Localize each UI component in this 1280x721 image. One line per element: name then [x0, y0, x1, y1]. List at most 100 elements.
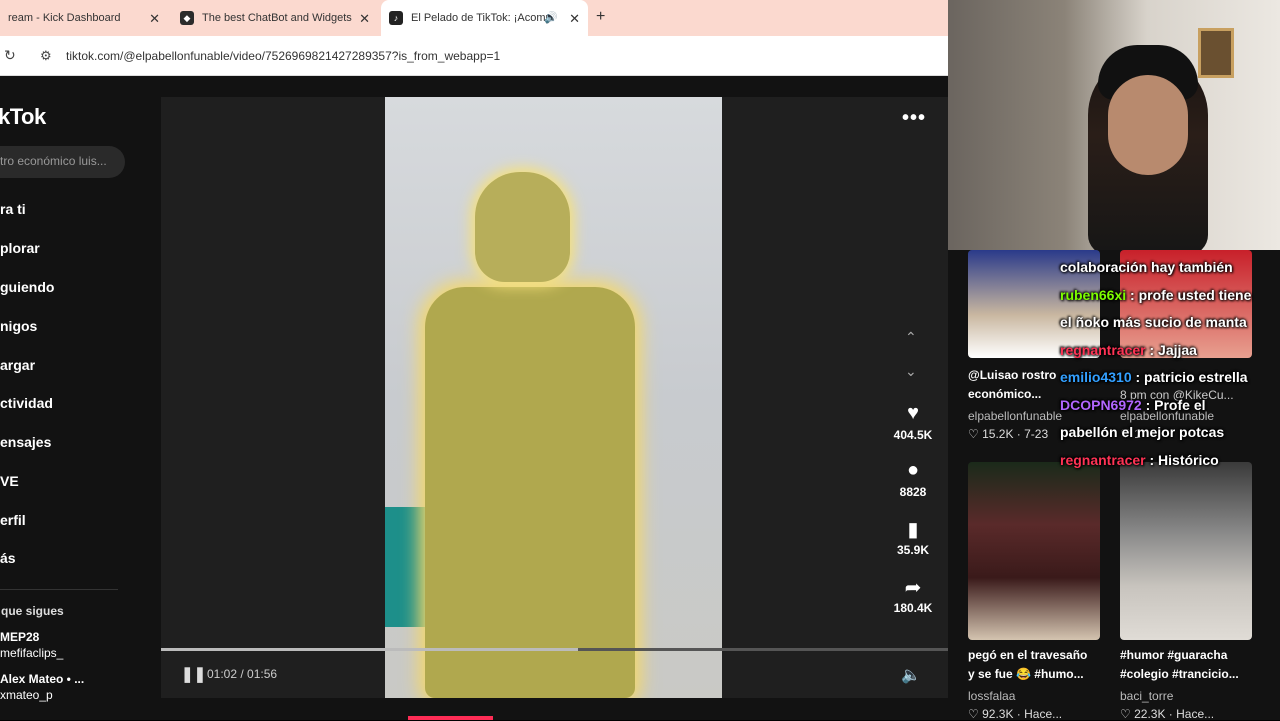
bookmark-count: 35.9K [896, 543, 930, 557]
share-count: 180.4K [893, 601, 933, 615]
search-input[interactable]: tro económico luis... [0, 146, 125, 178]
tab-bar: ream - Kick Dashboard ✕ ◆ The best ChatB… [0, 0, 948, 36]
chat-message: regnantracer : Jajjaa [1060, 337, 1280, 365]
account-handle: mefifaclips_ [0, 646, 64, 660]
like-count: 404.5K [893, 428, 933, 442]
following-accounts-title: que sigues [1, 604, 64, 618]
tab-label: El Pelado de TikTok: ¡Acomp [411, 12, 552, 24]
video-frame[interactable] [385, 97, 722, 698]
follow-button[interactable] [408, 716, 493, 720]
nav-friends[interactable]: nigos [0, 318, 37, 334]
tab-tiktok-video[interactable]: ♪ El Pelado de TikTok: ¡Acomp 🔊 ✕ [381, 0, 588, 36]
bookmark-button[interactable]: ▮ 35.9K [885, 517, 941, 559]
nav-more[interactable]: ás [0, 550, 16, 566]
chatbot-favicon-icon: ◆ [180, 11, 194, 25]
chevron-down-icon[interactable]: ⌄ [905, 363, 917, 380]
webcam-feed [948, 0, 1280, 250]
video-thumbnail[interactable] [968, 462, 1100, 640]
nav-live[interactable]: VE [0, 473, 19, 489]
video-progress-fill [161, 648, 579, 651]
close-icon[interactable]: ✕ [569, 11, 580, 27]
video-likes: ♡ 22.3K · Hace... [1120, 707, 1215, 721]
chevron-up-icon[interactable]: ⌃ [905, 329, 917, 346]
video-author[interactable]: baci_torre [1120, 689, 1173, 703]
url-field[interactable]: tiktok.com/@elpabellonfunable/video/7526… [66, 49, 500, 63]
following-account[interactable]: Alex Mateo • ... xmateo_p [0, 671, 84, 703]
comment-icon: ● [906, 459, 920, 481]
stream-overlay: @Luisao rostro económico... elpabellonfu… [948, 0, 1280, 721]
wall-picture [1198, 28, 1234, 78]
caption-line: económico... [968, 387, 1042, 401]
video-thumbnail[interactable] [1120, 462, 1252, 640]
chat-message: pabellón el mejor potcas [1060, 419, 1280, 447]
address-bar: ↻ ⚙ tiktok.com/@elpabellonfunable/video/… [0, 36, 948, 76]
video-author[interactable]: elpabellonfunable [968, 409, 1062, 423]
audio-playing-icon[interactable]: 🔊 [544, 11, 558, 24]
tiktok-favicon-icon: ♪ [389, 11, 403, 25]
chat-message: regnantracer : Histórico [1060, 447, 1280, 475]
caption-line: #humor #guaracha [1120, 648, 1228, 662]
nav-for-you[interactable]: ra ti [0, 201, 26, 217]
share-icon: ➦ [904, 577, 922, 599]
comment-button[interactable]: ● 8828 [885, 459, 941, 501]
video-author[interactable]: lossfalaa [968, 689, 1015, 703]
tab-chatbot-widgets[interactable]: ◆ The best ChatBot and Widgets ✕ [172, 0, 378, 36]
video-caption[interactable]: @Luisao rostro económico... [968, 366, 1056, 404]
video-player[interactable]: ••• ⌃ ⌄ ♥ 404.5K ● 8828 ▮ 35.9K ➦ 180.4K [161, 97, 948, 698]
heart-icon: ♥ [907, 402, 919, 424]
video-likes: ♡ 15.2K · 7-23 [968, 427, 1049, 441]
pause-icon[interactable]: ❚❚ [181, 665, 206, 683]
reload-icon[interactable]: ↻ [4, 47, 16, 64]
close-icon[interactable]: ✕ [359, 11, 370, 27]
chat-message: ruben66xi : profe usted tiene [1060, 282, 1280, 310]
chat-username: ruben66xi [1060, 286, 1127, 303]
chat-text: colaboración hay también [1060, 259, 1233, 275]
caption-line: y se fue 😂 #humo... [968, 667, 1084, 681]
comment-count: 8828 [899, 485, 927, 499]
video-time: 01:02 / 01:56 [207, 667, 278, 681]
chat-text: : profe usted tiene [1126, 286, 1252, 303]
nav-profile[interactable]: erfil [0, 512, 26, 528]
chat-username: regnantracer [1060, 341, 1146, 358]
account-handle: xmateo_p [0, 688, 53, 702]
tab-label: The best ChatBot and Widgets [202, 12, 352, 24]
video-caption[interactable]: #humor #guaracha #colegio #trancicio... [1120, 646, 1239, 684]
nav-divider [0, 589, 118, 590]
more-options-button[interactable]: ••• [902, 107, 926, 130]
following-account[interactable]: MEP28 mefifaclips_ [0, 629, 63, 661]
nav-messages[interactable]: ensajes [0, 434, 51, 450]
like-button[interactable]: ♥ 404.5K [885, 402, 941, 444]
nav-activity[interactable]: ctividad [0, 395, 53, 411]
tab-label: ream - Kick Dashboard [8, 12, 121, 24]
new-tab-button[interactable]: + [596, 8, 605, 26]
nav-upload[interactable]: argar [0, 357, 35, 373]
chat-text: : patricio estrella [1131, 369, 1248, 385]
video-progress-bar[interactable] [161, 648, 948, 651]
site-info-icon[interactable]: ⚙ [40, 48, 52, 64]
chat-text: : Jajjaa [1145, 341, 1197, 358]
volume-icon[interactable]: 🔈 [901, 665, 921, 685]
chat-text: pabellón el mejor potcas [1060, 424, 1225, 440]
account-name: Alex Mateo • ... [0, 672, 85, 686]
nav-explore[interactable]: plorar [0, 240, 40, 256]
chat-message: emilio4310 : patricio estrella [1060, 364, 1280, 392]
chat-username: regnantracer [1060, 451, 1146, 468]
caption-line: pegó en el travesaño [968, 648, 1088, 662]
chat-message: DCOPN6972 : Profe el [1060, 392, 1280, 420]
streamer-face [1108, 75, 1188, 175]
close-icon[interactable]: ✕ [149, 11, 160, 27]
chat-text: el ñoko más sucio de manta [1060, 314, 1247, 330]
chat-username: DCOPN6972 [1060, 396, 1142, 413]
video-caption[interactable]: pegó en el travesaño y se fue 😂 #humo... [968, 646, 1087, 684]
account-name: MEP28 [0, 630, 40, 644]
nav-following[interactable]: guiendo [0, 279, 54, 295]
chat-username: emilio4310 [1060, 369, 1132, 385]
video-subject-head [475, 172, 570, 282]
chat-overlay: colaboración hay también ruben66xi : prof… [1060, 254, 1280, 474]
share-button[interactable]: ➦ 180.4K [885, 575, 941, 617]
tiktok-logo[interactable]: kTok [0, 104, 46, 130]
chat-text: : Profe el [1141, 396, 1206, 413]
caption-line: @Luisao rostro [968, 368, 1057, 382]
tab-kick-dashboard[interactable]: ream - Kick Dashboard ✕ [0, 0, 168, 36]
chat-message: colaboración hay también [1060, 254, 1280, 282]
